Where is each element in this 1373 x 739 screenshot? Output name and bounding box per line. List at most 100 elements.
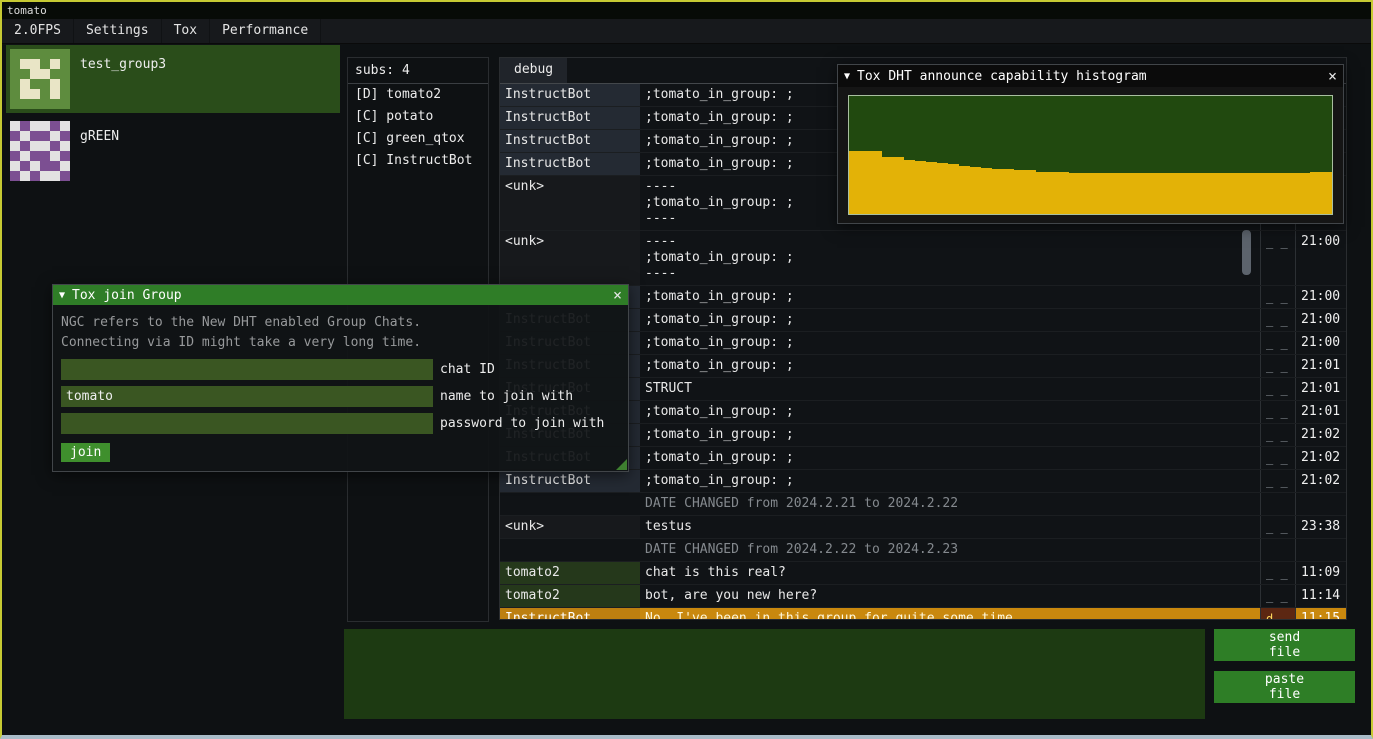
histogram-bar <box>1124 173 1135 214</box>
histogram-bar <box>1201 173 1212 214</box>
histogram-bar <box>1047 172 1058 214</box>
sender-name <box>500 493 640 515</box>
menu-settings[interactable]: Settings <box>74 19 162 43</box>
message-status: _ _ <box>1260 401 1295 423</box>
join-input-1[interactable] <box>61 359 433 380</box>
date-separator-row[interactable]: DATE CHANGED from 2024.2.22 to 2024.2.23 <box>500 539 1346 562</box>
date-changed-text: DATE CHANGED from 2024.2.22 to 2024.2.23 <box>640 539 1260 561</box>
sender-name: tomato2 <box>500 585 640 607</box>
subs-count: subs: 4 <box>348 58 488 84</box>
message-row[interactable]: <unk>----;tomato_in_group: ;----_ _21:00 <box>500 231 1346 286</box>
histogram-bar <box>1190 173 1201 214</box>
message-text: ;tomato_in_group: ; <box>640 470 1260 492</box>
sender-name: InstructBot <box>500 608 640 619</box>
join-field-label: password to join with <box>440 416 604 431</box>
histogram-bar <box>1025 170 1036 214</box>
histogram-bar <box>904 160 915 214</box>
join-window-title: Tox join Group <box>72 288 182 303</box>
message-row[interactable]: InstructBot;tomato_in_group: ;_ _21:02 <box>500 470 1346 493</box>
histogram-bar <box>871 151 882 214</box>
member-item[interactable]: [C] InstructBot <box>348 150 488 172</box>
message-text: ----;tomato_in_group: ;---- <box>640 231 1260 285</box>
message-status: _ _ <box>1260 470 1295 492</box>
message-time: 21:02 <box>1295 447 1346 469</box>
join-input-3[interactable] <box>61 413 433 434</box>
histogram-bar <box>1102 173 1113 214</box>
message-status: _ _ <box>1260 447 1295 469</box>
date-separator-row[interactable]: DATE CHANGED from 2024.2.21 to 2024.2.22 <box>500 493 1346 516</box>
close-icon[interactable]: × <box>605 286 622 304</box>
group-avatar-icon <box>10 49 70 109</box>
histogram-bar <box>1299 173 1310 214</box>
chat-scrollbar[interactable] <box>1242 230 1251 275</box>
collapse-arrow-icon[interactable]: ▼ <box>59 290 65 301</box>
message-row[interactable]: InstructBotNo, I've been in this group f… <box>500 608 1346 619</box>
message-text: ;tomato_in_group: ; <box>640 355 1260 377</box>
message-time: 21:02 <box>1295 470 1346 492</box>
join-field-row: name to join with <box>61 386 620 407</box>
group-list: test_group3gREEN <box>6 45 340 189</box>
join-group-window: ▼ Tox join Group × NGC refers to the New… <box>52 284 629 472</box>
message-time <box>1295 493 1346 515</box>
message-status: _ _ <box>1260 309 1295 331</box>
member-item[interactable]: [C] potato <box>348 106 488 128</box>
message-row[interactable]: tomato2chat is this real?_ _11:09 <box>500 562 1346 585</box>
group-item-test_group3[interactable]: test_group3 <box>6 45 340 113</box>
message-status <box>1260 539 1295 561</box>
member-item[interactable]: [C] green_qtox <box>348 128 488 150</box>
close-icon[interactable]: × <box>1320 67 1337 85</box>
join-input-2[interactable] <box>61 386 433 407</box>
histogram-bar <box>926 162 937 214</box>
histogram-bar <box>1321 172 1332 214</box>
message-status: _ _ <box>1260 286 1295 308</box>
resize-grip-icon[interactable] <box>616 459 627 470</box>
histogram-bar <box>1157 173 1168 214</box>
message-time: 11:09 <box>1295 562 1346 584</box>
join-field-label: chat ID <box>440 362 495 377</box>
histogram-bar <box>1091 173 1102 214</box>
join-button[interactable]: join <box>61 443 110 462</box>
histogram-bar <box>882 157 893 214</box>
message-text: chat is this real? <box>640 562 1260 584</box>
group-avatar-icon <box>10 121 70 181</box>
message-status: _ _ <box>1260 585 1295 607</box>
message-time: 21:00 <box>1295 231 1346 285</box>
message-row[interactable]: tomato2bot, are you new here?_ _11:14 <box>500 585 1346 608</box>
histogram-bar <box>970 167 981 214</box>
paste-file-button[interactable]: paste file <box>1214 671 1355 703</box>
message-time <box>1295 539 1346 561</box>
window-title: tomato <box>7 4 47 17</box>
member-item[interactable]: [D] tomato2 <box>348 84 488 106</box>
tab-debug[interactable]: debug <box>500 58 567 83</box>
message-time: 23:38 <box>1295 516 1346 538</box>
message-text: STRUCT <box>640 378 1260 400</box>
histogram-bar <box>1080 173 1091 214</box>
message-row[interactable]: <unk>testus_ _23:38 <box>500 516 1346 539</box>
message-text: bot, are you new here? <box>640 585 1260 607</box>
message-status: _ _ <box>1260 355 1295 377</box>
join-window-titlebar[interactable]: ▼ Tox join Group × <box>53 285 628 305</box>
group-item-gREEN[interactable]: gREEN <box>6 117 340 185</box>
join-info-line-1: NGC refers to the New DHT enabled Group … <box>61 313 620 333</box>
histogram-bar <box>1288 173 1299 214</box>
join-fields: chat ID name to join with password to join… <box>61 359 620 434</box>
join-info-line-2: Connecting via ID might take a very long… <box>61 333 620 353</box>
histogram-bar <box>959 166 970 214</box>
histogram-bar <box>1266 173 1277 214</box>
histogram-bar <box>1113 173 1124 214</box>
message-status: _ _ <box>1260 378 1295 400</box>
histogram-plot <box>848 95 1333 215</box>
menu-tox[interactable]: Tox <box>162 19 210 43</box>
collapse-arrow-icon[interactable]: ▼ <box>844 71 850 82</box>
menu-performance[interactable]: Performance <box>210 19 321 43</box>
histogram-bar <box>1179 173 1190 214</box>
message-text: ;tomato_in_group: ; <box>640 332 1260 354</box>
histogram-bar <box>992 169 1003 214</box>
histogram-bar <box>1146 173 1157 214</box>
histogram-bar <box>915 161 926 214</box>
message-input[interactable] <box>344 629 1205 719</box>
message-status: _ _ <box>1260 562 1295 584</box>
histogram-window-titlebar[interactable]: ▼ Tox DHT announce capability histogram … <box>838 65 1343 87</box>
send-file-button[interactable]: send file <box>1214 629 1355 661</box>
message-text: ;tomato_in_group: ; <box>640 424 1260 446</box>
